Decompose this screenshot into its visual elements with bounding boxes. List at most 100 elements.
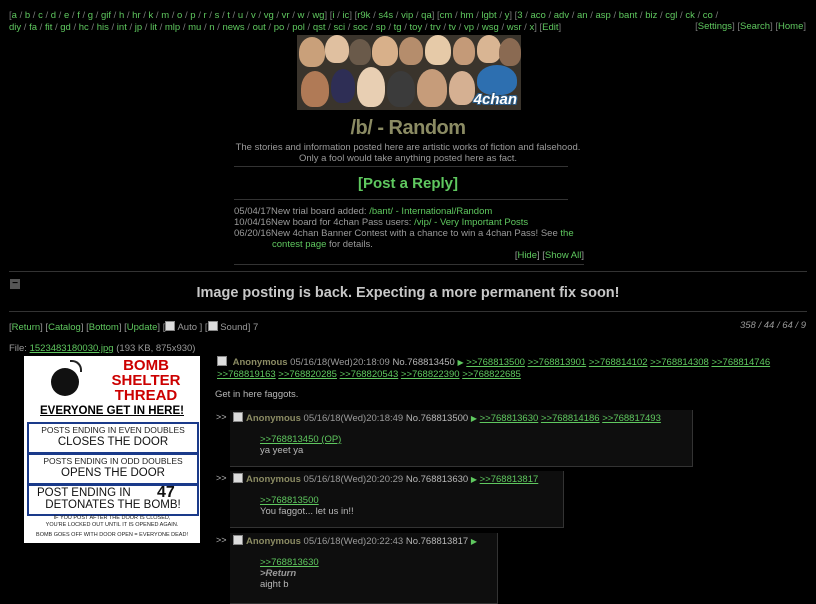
board-link-y[interactable]: y: [505, 10, 510, 21]
board-link-o[interactable]: o: [177, 10, 182, 21]
board-link-cm[interactable]: cm: [440, 10, 453, 21]
op-file-link[interactable]: 1523483180030.jpg: [30, 343, 114, 354]
board-link-s[interactable]: s: [215, 10, 220, 21]
board-link-gd[interactable]: gd: [60, 22, 71, 33]
reply-quote-link[interactable]: >>768813450 (OP): [260, 434, 341, 445]
op-backlink[interactable]: >>768813500: [466, 357, 525, 368]
update-link[interactable]: Update: [127, 322, 158, 333]
board-link-w[interactable]: w: [298, 10, 305, 21]
board-link-u[interactable]: u: [238, 10, 243, 21]
board-link-r9k[interactable]: r9k: [357, 10, 370, 21]
board-link-biz[interactable]: biz: [645, 10, 657, 21]
board-link-tv[interactable]: tv: [449, 22, 456, 33]
show-all-news-link[interactable]: Show All: [545, 250, 581, 261]
board-link-mu[interactable]: mu: [188, 22, 201, 33]
board-link-diy[interactable]: diy: [9, 22, 21, 33]
board-link-lit[interactable]: lit: [150, 22, 157, 33]
board-link-r[interactable]: r: [203, 10, 206, 21]
board-link-s4s[interactable]: s4s: [378, 10, 393, 21]
hide-news-link[interactable]: Hide: [517, 250, 537, 261]
reply-select-checkbox[interactable]: [233, 412, 243, 422]
board-link-vip[interactable]: vip: [401, 10, 413, 21]
reply-backlink[interactable]: >>768813817: [480, 474, 539, 485]
op-image[interactable]: BOMB SHELTER THREAD EVERYONE GET IN HERE…: [24, 356, 200, 543]
board-link-asp[interactable]: asp: [596, 10, 611, 21]
board-link-wg[interactable]: wg: [312, 10, 324, 21]
board-link-vr[interactable]: vr: [282, 10, 290, 21]
board-link-int[interactable]: int: [117, 22, 127, 33]
board-link-m[interactable]: m: [161, 10, 169, 21]
op-backlink[interactable]: >>768814102: [589, 357, 648, 368]
reply-quote-link[interactable]: >>768813630: [260, 557, 319, 568]
board-link-ck[interactable]: ck: [685, 10, 695, 21]
board-link-toy[interactable]: toy: [410, 22, 423, 33]
op-backlink[interactable]: >>768814308: [650, 357, 709, 368]
news-link[interactable]: /bant/ - International/Random: [369, 206, 492, 217]
board-link-t[interactable]: t: [227, 10, 230, 21]
search-link[interactable]: Search: [740, 21, 770, 32]
board-link-k[interactable]: k: [149, 10, 154, 21]
board-link-out[interactable]: out: [253, 22, 266, 33]
board-link-po[interactable]: po: [274, 22, 285, 33]
reply-number[interactable]: 768813630: [421, 474, 469, 485]
board-link-gif[interactable]: gif: [101, 10, 111, 21]
board-link-cgl[interactable]: cgl: [665, 10, 677, 21]
board-link-bant[interactable]: bant: [619, 10, 638, 21]
reply-menu-arrow-icon[interactable]: ▶: [471, 537, 477, 546]
op-number[interactable]: 768813450: [407, 357, 455, 368]
reply-quote-link[interactable]: >>768813500: [260, 495, 354, 506]
board-link-sci[interactable]: sci: [333, 22, 345, 33]
board-banner[interactable]: 4chan: [297, 35, 521, 110]
reply-number-label[interactable]: No.: [406, 536, 421, 547]
op-backlink[interactable]: >>768813901: [528, 357, 587, 368]
board-link-news[interactable]: news: [222, 22, 244, 33]
reply-number-label[interactable]: No.: [406, 474, 421, 485]
board-link-3[interactable]: 3: [517, 10, 522, 21]
board-link-adv[interactable]: adv: [554, 10, 569, 21]
op-backlink[interactable]: >>768814746: [711, 357, 770, 368]
reply-menu-arrow-icon[interactable]: ▶: [471, 414, 477, 423]
op-number-label[interactable]: No.: [392, 357, 407, 368]
board-link-hc[interactable]: hc: [79, 22, 89, 33]
board-link-an[interactable]: an: [577, 10, 588, 21]
board-link-tg[interactable]: tg: [394, 22, 402, 33]
board-link-co[interactable]: co: [703, 10, 713, 21]
op-backlink[interactable]: >>768820543: [340, 369, 399, 380]
reply-number-label[interactable]: No.: [406, 413, 421, 424]
board-link-fa[interactable]: fa: [29, 22, 37, 33]
board-link-qa[interactable]: qa: [421, 10, 432, 21]
board-link-d[interactable]: d: [51, 10, 56, 21]
home-link[interactable]: Home: [778, 21, 803, 32]
board-link-a[interactable]: a: [12, 10, 17, 21]
board-link-vg[interactable]: vg: [264, 10, 274, 21]
board-link-c[interactable]: c: [38, 10, 43, 21]
auto-checkbox[interactable]: [165, 321, 176, 331]
op-backlink[interactable]: >>768819163: [217, 369, 276, 380]
reply-select-checkbox[interactable]: [233, 535, 243, 545]
reply-number[interactable]: 768813500: [421, 413, 469, 424]
board-link-ic[interactable]: ic: [342, 10, 349, 21]
settings-link[interactable]: Settings: [698, 21, 732, 32]
board-link-his[interactable]: his: [97, 22, 109, 33]
board-link-lgbt[interactable]: lgbt: [481, 10, 496, 21]
op-select-checkbox[interactable]: [217, 356, 227, 366]
board-link-e[interactable]: e: [64, 10, 69, 21]
board-link-f[interactable]: f: [77, 10, 80, 21]
catalog-link[interactable]: Catalog: [48, 322, 81, 333]
reply-backlink[interactable]: >>768814186: [541, 413, 600, 424]
board-link-p[interactable]: p: [190, 10, 195, 21]
board-link-trv[interactable]: trv: [430, 22, 441, 33]
board-link-hr[interactable]: hr: [132, 10, 140, 21]
board-link-jp[interactable]: jp: [135, 22, 142, 33]
board-link-aco[interactable]: aco: [531, 10, 546, 21]
news-link[interactable]: /vip/ - Very Important Posts: [414, 217, 528, 228]
board-link-h[interactable]: h: [119, 10, 124, 21]
board-link-wsr[interactable]: wsr: [507, 22, 522, 33]
board-link-pol[interactable]: pol: [292, 22, 305, 33]
board-link-sp[interactable]: sp: [376, 22, 386, 33]
board-link-x[interactable]: x: [529, 22, 534, 33]
board-link-hm[interactable]: hm: [460, 10, 473, 21]
post-reply-link[interactable]: [Post a Reply]: [0, 175, 816, 192]
post-reply-label[interactable]: Post a Reply: [363, 175, 453, 192]
board-link-n[interactable]: n: [209, 22, 214, 33]
